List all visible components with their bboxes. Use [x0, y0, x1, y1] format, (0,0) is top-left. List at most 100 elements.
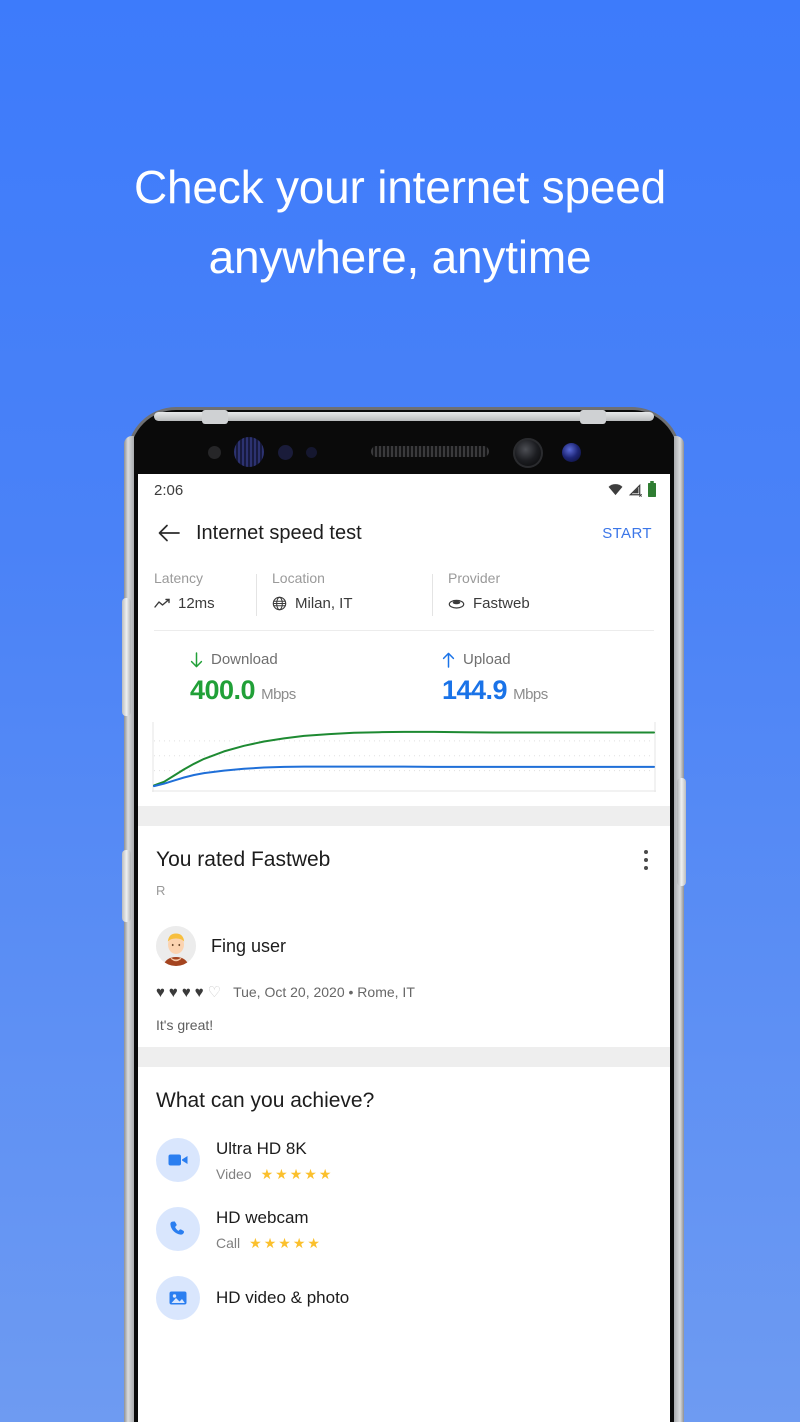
review-section: You rated Fastweb R Fing user ♥ ♥ ♥ ♥ ♡ …	[138, 826, 670, 1033]
achieve-section: What can you achieve? Ultra HD 8K Video ★ ★…	[138, 1067, 670, 1320]
star-filled-icon: ★	[292, 1234, 306, 1251]
iris-scanner-icon	[234, 437, 264, 467]
kebab-dot	[644, 858, 648, 862]
info-label-location: Location	[272, 570, 325, 586]
achieve-item-category: Call	[216, 1234, 241, 1251]
heart-filled-icon: ♥	[168, 983, 178, 1001]
download-label: Download	[211, 651, 278, 668]
router-icon	[448, 599, 465, 609]
page-title: Internet speed test	[196, 521, 362, 544]
back-button[interactable]	[154, 518, 184, 548]
info-value-provider: Fastweb	[448, 595, 654, 612]
promo-headline: Check your internet speed anywhere, anyt…	[0, 152, 800, 292]
download-block: Download 400.0 Mbps	[138, 651, 404, 706]
section-separator-1	[138, 806, 670, 826]
download-value-row: 400.0 Mbps	[190, 675, 404, 706]
phone-antenna-left	[202, 410, 228, 424]
achieve-item-name: HD video & photo	[216, 1288, 350, 1307]
review-user-row: Fing user	[156, 926, 652, 966]
achieve-item[interactable]: HD webcam Call ★ ★ ★ ★ ★	[156, 1207, 652, 1251]
achieve-title: What can you achieve?	[156, 1089, 375, 1112]
phone-edge-top	[154, 412, 654, 421]
phone-screen: 2:06 Internet speed test START Latency 1…	[138, 474, 670, 1422]
led-indicator-icon	[306, 447, 317, 458]
volume-button[interactable]	[122, 598, 131, 716]
achieve-item[interactable]: HD video & photo	[156, 1276, 652, 1320]
phone-edge-left	[124, 436, 134, 1422]
kebab-dot	[644, 866, 648, 870]
star-filled-icon: ★	[275, 1165, 288, 1182]
achieve-item-sub: Video ★ ★ ★ ★ ★	[216, 1166, 331, 1182]
chart-series-download	[153, 730, 655, 787]
rating-hearts: ♥ ♥ ♥ ♥ ♡	[156, 985, 221, 1000]
infrared-camera-icon	[562, 443, 581, 462]
heart-empty-icon: ♡	[207, 983, 222, 1001]
start-button[interactable]: START	[602, 525, 652, 542]
review-subtitle: R	[156, 883, 166, 898]
upload-unit: Mbps	[513, 686, 548, 703]
globe-icon	[272, 596, 287, 611]
connection-info-row: Latency 12ms Location Milan, IT Provider…	[138, 560, 670, 616]
upload-block: Upload 144.9 Mbps	[404, 651, 670, 706]
achieve-item-name: Ultra HD 8K	[216, 1138, 307, 1158]
arrow-up-icon	[442, 652, 455, 668]
phone-mockup: 2:06 Internet speed test START Latency 1…	[122, 410, 686, 1422]
info-label-provider: Provider	[448, 570, 501, 586]
info-value-latency: 12ms	[154, 595, 240, 612]
heart-filled-icon: ♥	[156, 983, 165, 1001]
download-header: Download	[190, 651, 404, 668]
star-filled-icon: ★	[318, 1165, 332, 1182]
sensor-cluster	[130, 432, 678, 474]
review-title: You rated Fastweb	[156, 848, 331, 871]
achieve-item-name: HD webcam	[216, 1207, 309, 1227]
info-cell-provider: Provider Fastweb	[432, 570, 670, 616]
status-clock: 2:06	[154, 481, 184, 499]
star-filled-icon: ★	[307, 1234, 320, 1251]
headline-line-1: Check your internet speed	[134, 161, 666, 213]
upload-value: 144.9	[442, 675, 508, 705]
star-filled-icon: ★	[289, 1165, 303, 1182]
overflow-menu-icon[interactable]	[644, 850, 648, 870]
latency-graph-icon	[154, 598, 170, 608]
upload-value-row: 144.9 Mbps	[442, 675, 670, 706]
achieve-item[interactable]: Ultra HD 8K Video ★ ★ ★ ★ ★	[156, 1138, 652, 1182]
star-filled-icon: ★	[260, 1165, 274, 1182]
heart-filled-icon: ♥	[181, 983, 191, 1001]
star-filled-icon: ★	[278, 1234, 291, 1251]
achieve-item-stars: ★ ★ ★ ★ ★	[261, 1167, 332, 1181]
kebab-dot	[644, 850, 648, 854]
review-comment: It's great!	[156, 1017, 214, 1033]
assistant-button[interactable]	[122, 850, 131, 922]
download-unit: Mbps	[261, 686, 296, 703]
battery-icon	[648, 481, 656, 497]
proximity-sensor-icon	[208, 446, 221, 459]
light-sensor-icon	[278, 445, 293, 460]
avatar	[156, 926, 196, 966]
phone-icon	[156, 1207, 200, 1251]
earpiece-speaker-icon	[371, 446, 489, 457]
video-camera-icon	[156, 1138, 200, 1182]
power-button[interactable]	[677, 778, 686, 886]
signal-off-icon	[628, 483, 643, 497]
status-icons	[608, 481, 656, 497]
wifi-icon	[608, 484, 623, 496]
achieve-list: Ultra HD 8K Video ★ ★ ★ ★ ★ HD webcam Call ★ ★ ★ ★ ★ H…	[156, 1138, 652, 1320]
download-value: 400.0	[190, 675, 256, 705]
review-meta-row: ♥ ♥ ♥ ♥ ♡ Tue, Oct 20, 2020 • Rome, IT	[156, 984, 652, 1000]
arrow-down-icon	[190, 651, 203, 667]
upload-header: Upload	[442, 651, 670, 668]
info-value-location: Milan, IT	[272, 595, 416, 612]
avatar-illustration-icon	[156, 926, 196, 966]
review-meta-text: Tue, Oct 20, 2020 • Rome, IT	[233, 984, 415, 1000]
status-bar: 2:06	[138, 474, 670, 506]
star-filled-icon: ★	[249, 1234, 262, 1251]
front-camera-icon	[513, 438, 543, 468]
chart-series-upload	[153, 765, 655, 788]
achieve-item-sub: Call ★ ★ ★ ★ ★	[216, 1235, 320, 1251]
back-arrow-icon	[158, 524, 180, 542]
phone-antenna-right	[580, 410, 606, 424]
section-separator-2	[138, 1047, 670, 1067]
speed-chart	[152, 722, 656, 792]
image-icon	[156, 1276, 200, 1320]
achieve-item-category: Video	[216, 1165, 252, 1182]
